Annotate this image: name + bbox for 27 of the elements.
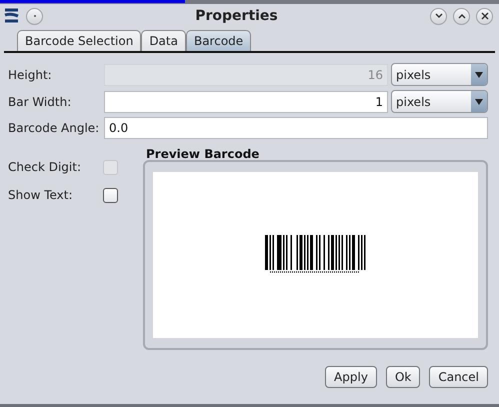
input-field[interactable]: 0.0	[104, 117, 488, 139]
checkbox-label: Check Digit:	[8, 160, 82, 174]
tab[interactable]: Barcode Selection	[17, 30, 142, 51]
unit-dropdown[interactable]: pixels	[391, 90, 488, 113]
close-button[interactable]	[476, 8, 493, 24]
tab[interactable]: Data	[141, 30, 186, 51]
minimize-button[interactable]	[430, 8, 447, 24]
menu-icon[interactable]	[4, 8, 20, 24]
caret-icon	[475, 98, 483, 104]
caret-icon	[475, 72, 483, 78]
checkbox-label: Show Text:	[8, 188, 74, 202]
close-icon	[480, 12, 488, 20]
field-label: Barcode Angle:	[8, 121, 100, 135]
tab[interactable]: Barcode	[186, 30, 252, 51]
dialog-button[interactable]: Cancel	[429, 366, 488, 388]
preview-title: Preview Barcode	[146, 147, 260, 161]
field-label: Height:	[8, 68, 53, 82]
chevron-up-icon	[458, 13, 466, 19]
field-label: Bar Width:	[8, 94, 72, 108]
input-field[interactable]: 1	[104, 90, 388, 112]
dialog-button[interactable]: Ok	[386, 366, 420, 388]
dialog-button[interactable]: Apply	[325, 366, 377, 388]
chevron-down-icon	[434, 13, 442, 19]
dot-icon	[32, 13, 38, 19]
checkbox[interactable]	[103, 188, 118, 202]
window-title: Properties	[194, 8, 279, 24]
maximize-button[interactable]	[453, 8, 470, 24]
